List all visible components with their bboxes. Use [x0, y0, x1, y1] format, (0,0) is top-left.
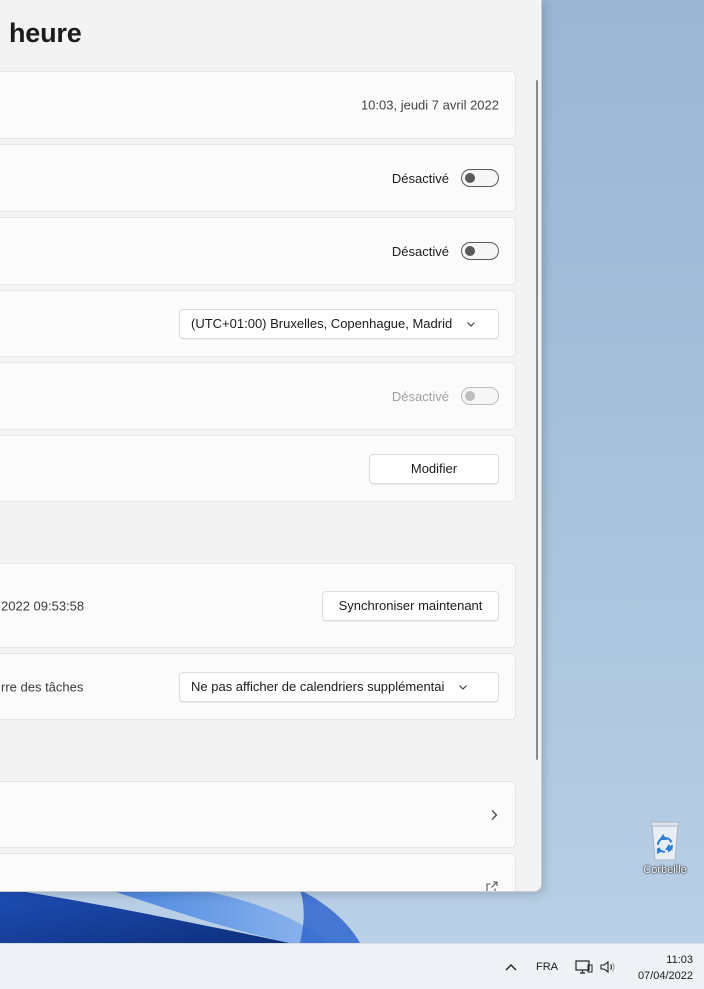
external-link-icon	[486, 881, 498, 891]
auto-timezone-card: Désactivé	[0, 217, 516, 285]
current-datetime-value: 10:03, jeudi 7 avril 2022	[360, 97, 499, 113]
timezone-dropdown[interactable]: (UTC+01:00) Bruxelles, Copenhague, Madri…	[179, 308, 499, 339]
extra-calendars-dropdown[interactable]: Ne pas afficher de calendriers supplémen…	[179, 671, 499, 702]
extra-calendars-label: rre des tâches	[1, 679, 84, 694]
settings-window: heure 10:03, jeudi 7 avril 2022 Désactiv…	[0, 0, 542, 892]
dst-toggle[interactable]	[461, 387, 499, 405]
chevron-down-icon	[467, 321, 476, 327]
taskbar-clock[interactable]: 11:03 07/04/2022	[638, 952, 693, 984]
auto-time-card: Désactivé	[0, 144, 516, 212]
dst-card: Désactivé	[0, 362, 516, 430]
extra-calendars-selected: Ne pas afficher de calendriers supplémen…	[191, 679, 445, 694]
current-datetime-card: 10:03, jeudi 7 avril 2022	[0, 71, 516, 139]
network-monitor-icon	[575, 959, 593, 974]
auto-timezone-state-label: Désactivé	[391, 243, 449, 259]
chevron-right-icon	[491, 809, 498, 820]
volume-icon[interactable]	[599, 944, 617, 989]
recycle-bin-icon	[650, 821, 680, 861]
sync-now-button[interactable]: Synchroniser maintenant	[322, 590, 499, 621]
manual-datetime-card: Modifier	[0, 435, 516, 502]
taskbar: FRA 11:03 07/04/2022	[0, 943, 704, 989]
timezone-selected: (UTC+01:00) Bruxelles, Copenhague, Madri…	[191, 316, 453, 331]
show-hidden-icons-button[interactable]	[504, 944, 518, 989]
taskbar-date: 07/04/2022	[637, 970, 693, 982]
scrollbar[interactable]	[536, 80, 538, 760]
network-icon[interactable]	[575, 944, 593, 989]
auto-time-toggle[interactable]	[461, 169, 499, 187]
language-indicator[interactable]: FRA	[536, 944, 558, 989]
external-link-card[interactable]	[0, 853, 516, 891]
recycle-bin[interactable]: Corbeille	[636, 818, 694, 876]
auto-time-state-label: Désactivé	[391, 170, 449, 186]
taskbar-time: 11:03	[666, 954, 693, 966]
chevron-down-icon	[459, 684, 468, 690]
sync-card: 2022 09:53:58 Synchroniser maintenant	[0, 563, 516, 648]
extra-calendars-card: rre des tâches Ne pas afficher de calend…	[0, 653, 516, 720]
timezone-card: (UTC+01:00) Bruxelles, Copenhague, Madri…	[0, 290, 516, 357]
speaker-icon	[600, 960, 615, 973]
modify-button[interactable]: Modifier	[369, 453, 499, 484]
auto-timezone-toggle[interactable]	[461, 242, 499, 260]
dst-state-label: Désactivé	[391, 388, 449, 404]
related-link-card[interactable]	[0, 781, 516, 848]
recycle-bin-label: Corbeille	[643, 864, 687, 876]
last-sync-text: 2022 09:53:58	[1, 598, 85, 613]
chevron-up-icon	[505, 963, 517, 970]
page-title: heure	[9, 18, 82, 48]
